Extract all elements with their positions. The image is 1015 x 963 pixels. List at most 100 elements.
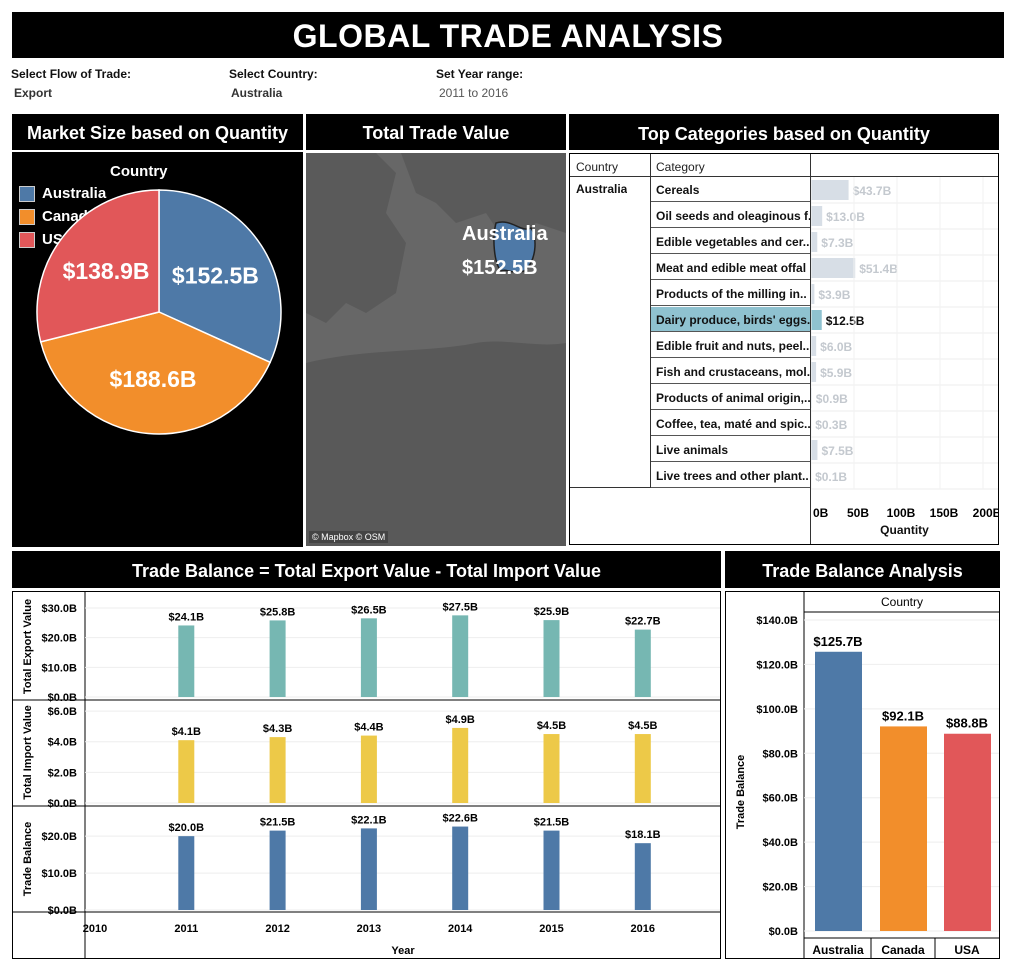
country-bar-canada[interactable]: [880, 726, 927, 931]
category-label[interactable]: Dairy produce, birds' eggs..: [651, 307, 810, 332]
trade-map[interactable]: Australia $152.5B © Mapbox © OSM: [306, 153, 566, 546]
year-bar[interactable]: [634, 843, 651, 910]
pie-data-label: $188.6B: [110, 366, 197, 392]
category-label[interactable]: Products of animal origin,..: [651, 385, 810, 410]
x-tick-label: Australia: [812, 943, 864, 957]
y-tick-label: $4.0B: [48, 737, 77, 749]
category-label[interactable]: Fish and crustaceans, mol..: [651, 359, 810, 384]
category-value-label: $0.9B: [816, 392, 848, 406]
country-cell: Australia: [576, 182, 628, 196]
top-categories-table: Country Category Australia Cereals Oil se…: [569, 153, 999, 545]
category-bar[interactable]: [811, 440, 818, 460]
x-tick-label: 0B: [813, 506, 829, 520]
category-label[interactable]: Edible fruit and nuts, peel..: [651, 333, 810, 358]
year-bar[interactable]: [269, 620, 286, 697]
year-bar[interactable]: [634, 629, 651, 697]
category-value-label: $7.5B: [821, 444, 853, 458]
trade-balance-analysis-chart[interactable]: Country $0.0B $20.0B $40.0B $60.0B $80.0B $100…: [726, 592, 999, 958]
category-bar[interactable]: [811, 232, 818, 252]
category-bar[interactable]: [811, 258, 856, 278]
category-value-label: $51.4B: [859, 262, 898, 276]
year-bar[interactable]: [452, 826, 469, 910]
category-label[interactable]: Cereals: [651, 177, 810, 202]
bar-value-label: $4.1B: [172, 726, 201, 738]
flow-filter-dropdown[interactable]: Export: [14, 86, 52, 100]
year-bar[interactable]: [360, 735, 377, 803]
year-bar[interactable]: [178, 836, 195, 910]
x-axis-title: Year: [391, 945, 415, 957]
year-bar[interactable]: [452, 615, 469, 697]
bar-value-label: $18.1B: [625, 829, 661, 841]
map-attribution[interactable]: © Mapbox © OSM: [309, 531, 389, 543]
x-tick-label: 50B: [847, 506, 869, 520]
category-value-label: $7.3B: [821, 236, 853, 250]
bar-value-label: $4.5B: [537, 720, 566, 732]
bar-value-label: $4.4B: [354, 722, 383, 734]
y-tick-label: $10.0B: [42, 662, 78, 674]
year-bar[interactable]: [634, 734, 651, 803]
x-tick-label: 2011: [174, 923, 198, 935]
year-bar[interactable]: [269, 830, 286, 910]
category-bar[interactable]: [811, 206, 823, 226]
category-bar[interactable]: [811, 336, 817, 356]
column-header-category[interactable]: Category: [656, 160, 705, 174]
bar-value-label: $22.6B: [442, 813, 478, 825]
y-tick-label: $120.0B: [756, 659, 798, 671]
year-range-slider[interactable]: 2011 to 2016: [439, 86, 508, 100]
y-tick-label: $0.0B: [48, 692, 77, 704]
year-bar[interactable]: [543, 620, 560, 697]
total-trade-header: Total Trade Value: [306, 114, 566, 150]
category-label[interactable]: Oil seeds and oleaginous f..: [651, 203, 810, 228]
year-bar[interactable]: [452, 727, 469, 803]
market-size-pie-chart[interactable]: $152.5B $188.6B $138.9B: [12, 152, 303, 547]
y-tick-label: $0.0B: [48, 905, 77, 917]
pie-data-label: $138.9B: [63, 258, 150, 284]
category-label[interactable]: Live animals: [651, 437, 810, 462]
y-tick-label: $40.0B: [763, 837, 799, 849]
trade-balance-analysis-panel: Country $0.0B $20.0B $40.0B $60.0B $80.0B $100…: [725, 591, 1000, 959]
year-bar[interactable]: [269, 737, 286, 803]
x-tick-label: USA: [954, 943, 980, 957]
category-value-label: $0.3B: [815, 418, 847, 432]
country-bar-australia[interactable]: [815, 651, 862, 931]
column-header-country[interactable]: Country: [576, 160, 618, 174]
year-bar[interactable]: [360, 618, 377, 697]
year-bar[interactable]: [178, 625, 195, 697]
y-axis-title: Trade Balance: [22, 822, 34, 897]
year-bar[interactable]: [543, 734, 560, 803]
country-filter-dropdown[interactable]: Australia: [231, 86, 282, 100]
y-tick-label: $30.0B: [42, 603, 78, 615]
year-bar[interactable]: [178, 740, 195, 803]
year-bar[interactable]: [360, 828, 377, 910]
bar-value-label: $24.1B: [169, 611, 205, 623]
bar-value-label: $25.9B: [534, 606, 570, 618]
bar-value-label: $27.5B: [442, 601, 478, 613]
bar-value-label: $22.7B: [625, 616, 661, 628]
category-value-label: $6.0B: [820, 340, 852, 354]
category-bar[interactable]: [811, 284, 815, 304]
category-value-label: $3.9B: [818, 288, 850, 302]
country-bar-usa[interactable]: [944, 733, 991, 931]
category-value-label: $5.9B: [820, 366, 852, 380]
category-label[interactable]: Edible vegetables and cer..: [651, 229, 810, 254]
category-label[interactable]: Coffee, tea, maté and spic..: [651, 411, 810, 436]
category-label[interactable]: Meat and edible meat offal: [651, 255, 810, 280]
category-bar[interactable]: [811, 310, 822, 330]
category-label[interactable]: Live trees and other plant..: [651, 463, 810, 488]
landmass-antarctica: [306, 341, 566, 546]
y-tick-label: $10.0B: [42, 868, 78, 880]
category-bar-chart[interactable]: $43.7B $13.0B $7.3B $51.4B $3.9B $12.5B $6.0B $…: [811, 177, 998, 544]
trade-balance-chart[interactable]: $0.0B $10.0B $20.0B $30.0B Total Export Valu…: [13, 592, 746, 958]
year-range-label: Set Year range:: [436, 67, 524, 81]
x-tick-label: 2016: [631, 923, 655, 935]
map-label-value: $152.5B: [462, 257, 538, 279]
category-bar[interactable]: [811, 362, 817, 382]
top-categories-header: Top Categories based on Quantity: [569, 114, 999, 150]
bar-value-label: $4.9B: [446, 714, 475, 726]
category-label[interactable]: Products of the milling in..: [651, 281, 810, 306]
year-bar[interactable]: [543, 830, 560, 910]
map-background: [306, 153, 566, 546]
category-bar[interactable]: [811, 180, 849, 200]
bar-value-label: $92.1B: [882, 708, 924, 723]
y-axis-title: Total Export Value: [22, 599, 34, 694]
